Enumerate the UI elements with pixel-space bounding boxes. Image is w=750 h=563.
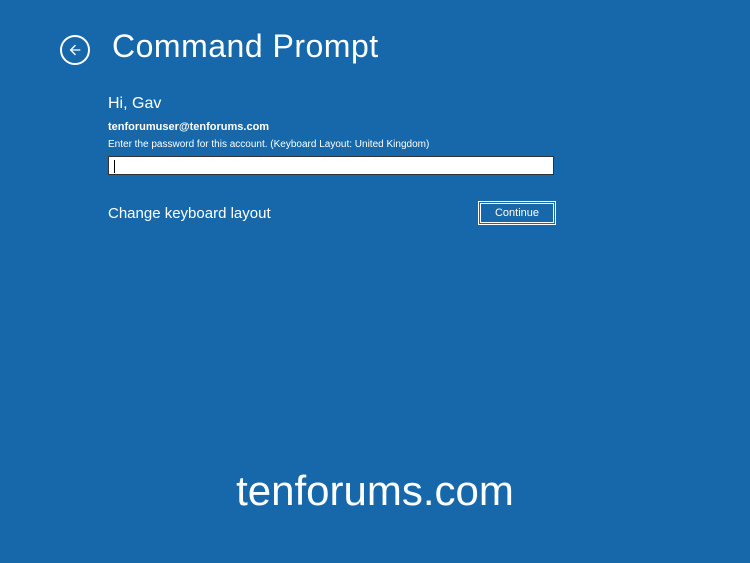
content-area: Hi, Gav tenforumuser@tenforums.com Enter… [0,65,750,223]
back-button[interactable] [60,35,90,65]
back-arrow-icon [67,42,83,58]
greeting-text: Hi, Gav [108,95,750,113]
watermark-text: tenforums.com [0,467,750,515]
account-email: tenforumuser@tenforums.com [108,121,750,133]
page-title: Command Prompt [112,28,379,65]
password-instruction: Enter the password for this account. (Ke… [108,139,750,150]
password-input[interactable] [108,156,554,175]
header: Command Prompt [0,0,750,65]
continue-button[interactable]: Continue [480,203,554,223]
change-keyboard-layout-link[interactable]: Change keyboard layout [108,205,271,222]
bottom-row: Change keyboard layout Continue [108,203,554,223]
